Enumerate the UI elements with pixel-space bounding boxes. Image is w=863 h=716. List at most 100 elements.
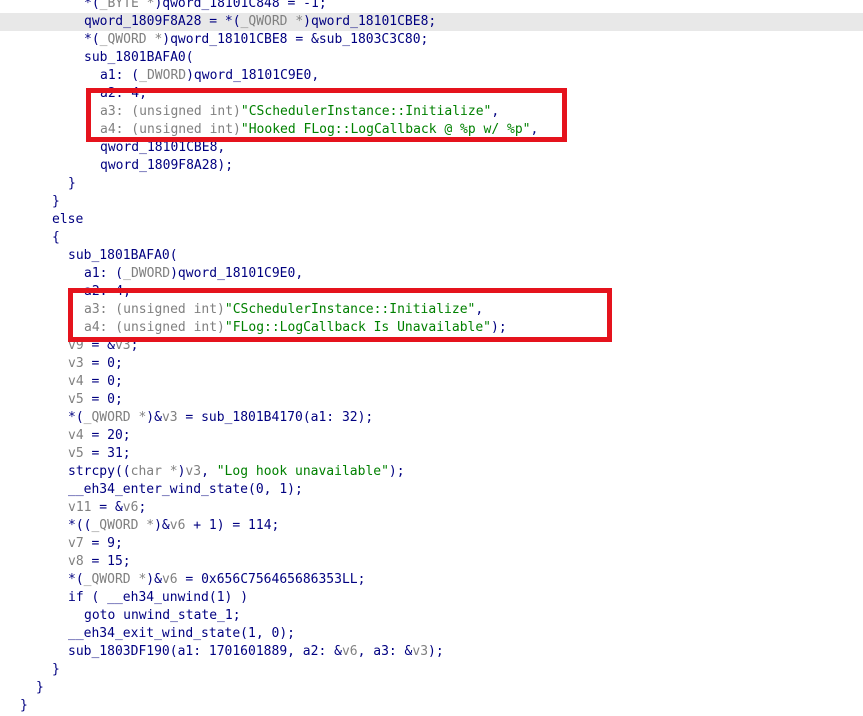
code-line[interactable]: }	[0, 175, 863, 193]
code-line[interactable]: qword_1809F8A28);	[0, 157, 863, 175]
code-line[interactable]: a2: 4,	[0, 85, 863, 103]
code-line[interactable]: v5 = 31;	[0, 445, 863, 463]
code-token: v9	[68, 338, 84, 353]
code-token: + 1) = 114;	[185, 518, 280, 533]
code-token: )qword_18101C9E0,	[186, 68, 320, 83]
code-token: = 0;	[83, 374, 123, 389]
code-token: a4: (unsigned int)	[100, 122, 241, 137]
code-token: *(	[84, 0, 100, 11]
code-line[interactable]: a3: (unsigned int)"CSchedulerInstance::I…	[0, 301, 863, 319]
code-line[interactable]: strcpy((char *)v3, "Log hook unavailable…	[0, 463, 863, 481]
code-token: v3	[161, 410, 178, 425]
code-line[interactable]: v3 = 0;	[0, 355, 863, 373]
code-token: );	[428, 644, 444, 659]
code-line[interactable]: v5 = 0;	[0, 391, 863, 409]
code-token: ,	[201, 464, 217, 479]
code-token: else	[52, 212, 84, 227]
code-line[interactable]: }	[0, 697, 863, 715]
code-token: }	[68, 176, 76, 191]
code-token: _DWORD	[123, 266, 171, 281]
code-token: _QWORD *	[83, 410, 147, 425]
code-token: sub_1801BAFA0(	[68, 248, 178, 263]
code-line[interactable]: else	[0, 211, 863, 229]
code-token: if	[68, 590, 84, 605]
code-token: v8	[68, 554, 84, 569]
code-token: = 0;	[83, 392, 123, 407]
code-token: v3	[68, 356, 84, 371]
code-token: , a3: &	[357, 644, 413, 659]
code-token: = 20;	[83, 428, 131, 443]
code-token: )&	[146, 572, 162, 587]
code-line[interactable]: goto unwind_state_1;	[0, 607, 863, 625]
code-line[interactable]: v4 = 0;	[0, 373, 863, 391]
code-token: )qword_18101C9E0,	[170, 266, 304, 281]
code-token: v6	[169, 518, 186, 533]
code-line[interactable]: qword_18101CBE8,	[0, 139, 863, 157]
code-token: "FLog::LogCallback Is Unavailable"	[224, 320, 491, 335]
code-token: *(	[68, 572, 84, 587]
code-line[interactable]: a1: (_DWORD)qword_18101C9E0,	[0, 67, 863, 85]
code-token: _DWORD	[139, 68, 187, 83]
code-token: )qword_18101CBE8 = &sub_1803C3C80;	[162, 32, 429, 47]
code-token: a1: (	[100, 68, 140, 83]
code-token: "CSchedulerInstance::Initialize"	[240, 104, 492, 119]
code-line[interactable]: }	[0, 679, 863, 697]
code-line[interactable]: a4: (unsigned int)"FLog::LogCallback Is …	[0, 319, 863, 337]
code-line[interactable]: a4: (unsigned int)"Hooked FLog::LogCallb…	[0, 121, 863, 139]
code-token: = 31;	[83, 446, 131, 461]
code-token: v6	[161, 572, 178, 587]
code-token: {	[52, 230, 60, 245]
code-token: }	[36, 680, 44, 695]
code-token: );	[388, 464, 405, 479]
code-line[interactable]: sub_1801BAFA0(	[0, 247, 863, 265]
code-line[interactable]: *(_BYTE *)qword_18101C848 = -1;	[0, 0, 863, 13]
code-line[interactable]: a2: 4,	[0, 283, 863, 301]
code-token: _QWORD *	[240, 14, 304, 29]
code-token: v3	[114, 338, 131, 353]
code-token: = 0;	[83, 356, 123, 371]
code-line[interactable]: a3: (unsigned int)"CSchedulerInstance::I…	[0, 103, 863, 121]
pseudocode-view[interactable]: *(_BYTE *)qword_18101C848 = -1; qword_180…	[0, 0, 863, 716]
code-line[interactable]: a1: (_DWORD)qword_18101C9E0,	[0, 265, 863, 283]
code-line[interactable]: __eh34_enter_wind_state(0, 1);	[0, 481, 863, 499]
code-token: "Log hook unavailable"	[216, 464, 389, 479]
code-line[interactable]: sub_1803DF190(a1: 1701601889, a2: &v6, a…	[0, 643, 863, 661]
code-token: v4	[68, 374, 84, 389]
code-line[interactable]: *(_QWORD *)qword_18101CBE8 = &sub_1803C3…	[0, 31, 863, 49]
code-line[interactable]: *(_QWORD *)&v6 = 0x656C756465686353LL;	[0, 571, 863, 589]
code-line[interactable]: qword_1809F8A28 = *(_QWORD *)qword_18101…	[0, 13, 863, 31]
code-token: v7	[68, 536, 84, 551]
code-token: unwind_state_1;	[115, 608, 241, 623]
code-token: a1: (	[84, 266, 124, 281]
code-token: _QWORD *	[83, 572, 147, 587]
code-token: _BYTE *	[99, 0, 155, 11]
code-line[interactable]: }	[0, 661, 863, 679]
code-token: = &	[83, 338, 115, 353]
code-token: *((	[68, 518, 92, 533]
code-line[interactable]: }	[0, 193, 863, 211]
code-token: ,	[475, 302, 484, 317]
code-token: = 9;	[83, 536, 123, 551]
code-line[interactable]: *((_QWORD *)&v6 + 1) = 114;	[0, 517, 863, 535]
code-token: a3: (unsigned int)	[84, 302, 225, 317]
code-line[interactable]: __eh34_exit_wind_state(1, 0);	[0, 625, 863, 643]
code-token: ,	[530, 122, 539, 137]
code-token: goto	[84, 608, 116, 623]
code-token: v11	[68, 500, 92, 515]
code-token: }	[52, 662, 60, 677]
code-token: sub_1801BAFA0(	[84, 50, 194, 65]
code-line[interactable]: v9 = &v3;	[0, 337, 863, 355]
code-token: = 0x656C756465686353LL;	[177, 572, 366, 587]
code-token: qword_1809F8A28);	[100, 158, 234, 173]
code-line[interactable]: v4 = 20;	[0, 427, 863, 445]
code-token: __eh34_exit_wind_state(1, 0);	[68, 626, 295, 641]
code-line[interactable]: {	[0, 229, 863, 247]
code-line[interactable]: v7 = 9;	[0, 535, 863, 553]
code-line[interactable]: v8 = 15;	[0, 553, 863, 571]
code-token: v6	[341, 644, 358, 659]
code-line[interactable]: if ( __eh34_unwind(1) )	[0, 589, 863, 607]
code-line[interactable]: sub_1801BAFA0(	[0, 49, 863, 67]
code-line[interactable]: v11 = &v6;	[0, 499, 863, 517]
code-line[interactable]: *(_QWORD *)&v3 = sub_1801B4170(a1: 32);	[0, 409, 863, 427]
code-token: )&	[154, 518, 170, 533]
